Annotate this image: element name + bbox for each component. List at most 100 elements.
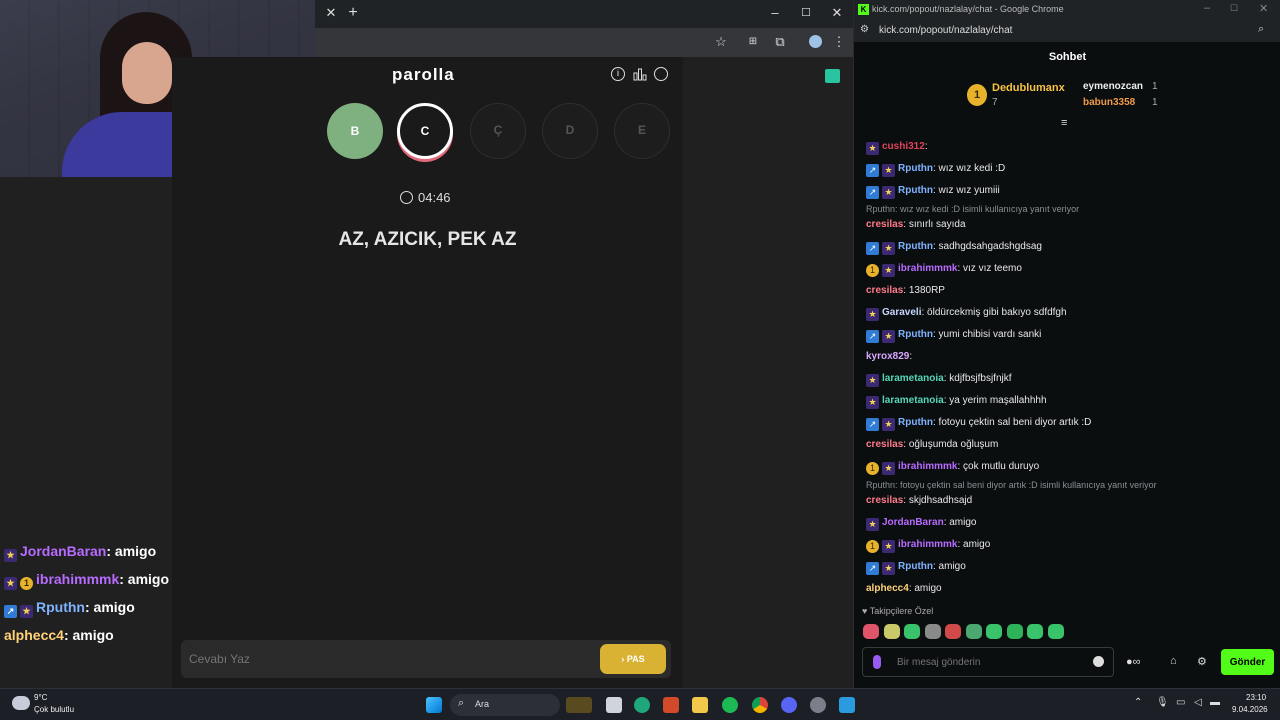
battery-icon[interactable]: ▬ <box>1210 697 1220 708</box>
top-user[interactable]: Dedublumanx <box>992 82 1065 94</box>
minimize-icon[interactable]: – <box>765 4 785 22</box>
chat-username[interactable]: cushi312 <box>882 141 925 152</box>
emote-icon[interactable] <box>1047 624 1064 639</box>
other-user[interactable]: eymenozcan <box>1083 81 1143 92</box>
emoji-icon[interactable] <box>1093 656 1104 667</box>
other-user[interactable]: babun3358 <box>1083 97 1135 108</box>
chat-address-bar[interactable]: ⚙ kick.com/popout/nazlalay/chat ⌕ <box>854 20 1280 42</box>
chat-message[interactable]: ↗ ★ Rputhn: wız wız kedi :D <box>866 161 1005 177</box>
app-blue-icon[interactable] <box>839 697 855 713</box>
emote-icon[interactable] <box>986 624 1002 639</box>
emote-icon[interactable] <box>883 624 900 639</box>
chat-username[interactable]: cresilas <box>866 495 903 506</box>
chat-message[interactable]: alphecc4: amigo <box>866 581 942 597</box>
browser-address-bar[interactable]: ☆ ⊞ ⧉ ⋮ <box>315 28 853 57</box>
chat-message[interactable]: cresilas: sınırlı sayıda <box>866 217 966 233</box>
filter-icon[interactable]: ≡ <box>1061 117 1067 129</box>
chat-message[interactable]: ★ larametanoia: kdjfbsjfbsjfnjkf <box>866 371 1012 387</box>
chat-message[interactable]: ★ larametanoia: ya yerim maşallahhhh <box>866 393 1047 409</box>
settings-icon[interactable]: ⚙ <box>1197 655 1207 668</box>
chat-message[interactable]: ↗ ★ Rputhn: yumi chibisi vardı sanki <box>866 327 1041 343</box>
chat-username[interactable]: larametanoia <box>882 373 944 384</box>
tab-close-icon[interactable]: ✕ <box>321 4 341 22</box>
chrome-icon[interactable] <box>752 697 768 713</box>
extensions-icon[interactable]: ⧉ <box>770 33 790 51</box>
chrome-icon-2[interactable] <box>810 697 826 713</box>
chevron-up-icon[interactable]: ⌃ <box>1134 697 1142 708</box>
chat-username[interactable]: ibrahimmmk <box>898 461 957 472</box>
task-view-icon[interactable] <box>606 697 622 713</box>
chat-username[interactable]: kyrox829 <box>866 351 909 362</box>
account-icon[interactable] <box>654 67 668 81</box>
chat-message[interactable]: 1 ★ ibrahimmmk: çok mutlu duruyo <box>866 459 1039 475</box>
chat-username[interactable]: cresilas <box>866 285 903 296</box>
emote-icon[interactable] <box>863 624 879 639</box>
profile-icon[interactable] <box>805 33 825 51</box>
chat-username[interactable]: Rputhn <box>898 561 933 572</box>
menu-icon[interactable]: ⋮ <box>829 33 849 51</box>
chat-message[interactable]: cresilas: skjdhsadhsajd <box>866 493 972 509</box>
chat-message[interactable]: ★ Garaveli: öldürcekmiş gibi bakıyo sdfdf… <box>866 305 1067 321</box>
pass-button[interactable]: › PAS <box>600 644 666 674</box>
network-icon[interactable]: ▭ <box>1176 697 1185 708</box>
emote-icon[interactable] <box>965 624 982 639</box>
clock-time[interactable]: 23:10 <box>1246 693 1266 702</box>
volume-icon[interactable]: ◁ <box>1194 697 1202 708</box>
store-icon[interactable]: ⌂ <box>1170 655 1177 667</box>
chat-message[interactable]: ↗ ★ Rputhn: wız wız yumiii <box>866 183 1000 199</box>
close-window-icon[interactable]: ✕ <box>827 4 847 22</box>
chat-username[interactable]: Rputhn <box>898 241 933 252</box>
folder-icon[interactable] <box>692 697 708 713</box>
kick-extension-icon[interactable] <box>825 69 840 83</box>
translate-icon[interactable]: ⊞ <box>743 33 763 51</box>
users-icon[interactable]: ●∞ <box>1126 656 1141 668</box>
widget-icon[interactable] <box>566 697 592 713</box>
chat-username[interactable]: cresilas <box>866 219 903 230</box>
microphone-tray-icon[interactable]: 🎙 <box>1156 697 1169 708</box>
star-icon[interactable]: ☆ <box>711 33 731 51</box>
message-input[interactable] <box>897 654 1077 670</box>
chat-username[interactable]: Garaveli <box>882 307 921 318</box>
spotify-icon[interactable] <box>722 697 738 713</box>
chat-username[interactable]: JordanBaran <box>882 517 944 528</box>
new-tab-icon[interactable]: + <box>343 4 363 22</box>
answer-input[interactable] <box>189 648 589 670</box>
chat-username[interactable]: cresilas <box>866 439 903 450</box>
discord-icon[interactable] <box>781 697 797 713</box>
microphone-icon[interactable] <box>873 655 881 669</box>
emote-icon[interactable] <box>945 624 961 639</box>
chat-username[interactable]: Rputhn <box>898 185 933 196</box>
emote-icon[interactable] <box>924 624 941 639</box>
taskbar-search[interactable]: ⌕ Ara <box>450 694 560 716</box>
chat-username[interactable]: Rputhn <box>898 163 933 174</box>
chat-message[interactable]: 1 ★ ibrahimmmk: amigo <box>866 537 990 553</box>
chat-message[interactable]: cresilas: oğluşumda oğluşum <box>866 437 998 453</box>
chat-message[interactable]: ↗ ★ Rputhn: amigo <box>866 559 966 575</box>
minimize-icon[interactable]: – <box>1204 2 1210 14</box>
maximize-icon[interactable]: ☐ <box>796 4 816 22</box>
chat-username[interactable]: Rputhn <box>898 329 933 340</box>
chat-username[interactable]: alphecc4 <box>866 583 909 594</box>
chat-username[interactable]: Rputhn <box>898 417 933 428</box>
clock-date[interactable]: 9.04.2026 <box>1232 705 1268 714</box>
close-window-icon[interactable]: ✕ <box>1259 2 1268 15</box>
emote-icon[interactable] <box>1027 624 1043 639</box>
chat-message[interactable]: ★ JordanBaran: amigo <box>866 515 976 531</box>
emote-icon[interactable] <box>1006 624 1023 639</box>
chat-username[interactable]: larametanoia <box>882 395 944 406</box>
chat-message[interactable]: cresilas: 1380RP <box>866 283 945 299</box>
chat-message[interactable]: kyrox829: <box>866 349 912 365</box>
chat-message[interactable]: 1 ★ ibrahimmmk: vız vız teemo <box>866 261 1022 277</box>
chat-message[interactable]: ↗ ★ Rputhn: fotoyu çektin sal beni diyor a… <box>866 415 1091 431</box>
weather-icon[interactable] <box>12 696 30 710</box>
chat-username[interactable]: ibrahimmmk <box>898 263 957 274</box>
maximize-icon[interactable]: ☐ <box>1230 3 1238 14</box>
chat-message[interactable]: ↗ ★ Rputhn: sadhgdsahgadshgdsag <box>866 239 1042 255</box>
app-p-icon[interactable] <box>663 697 679 713</box>
zoom-icon[interactable]: ⌕ <box>1258 23 1264 36</box>
emote-icon[interactable] <box>904 624 920 639</box>
chat-username[interactable]: ibrahimmmk <box>898 539 957 550</box>
info-icon[interactable]: i <box>611 67 625 81</box>
stats-icon[interactable] <box>633 67 647 81</box>
site-settings-icon[interactable]: ⚙ <box>860 24 869 35</box>
